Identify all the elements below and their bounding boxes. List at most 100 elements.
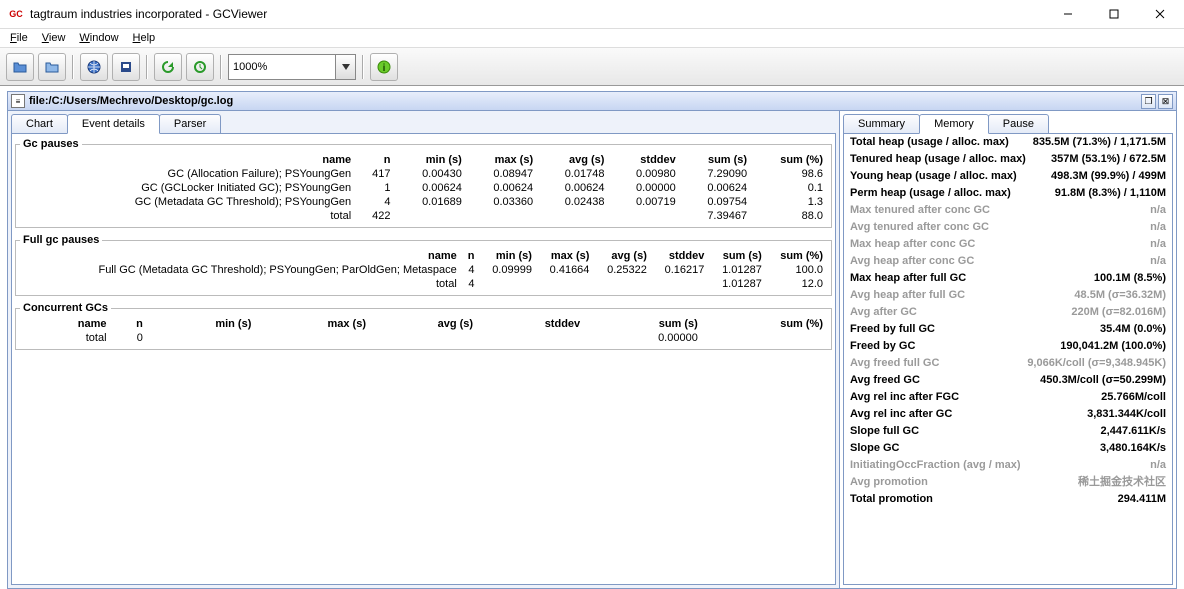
menu-bar: File View Window Help (0, 29, 1184, 48)
memory-value: 25.766M/coll (1101, 390, 1166, 405)
memory-row: Avg freed GC450.3M/coll (σ=50.299M) (844, 372, 1172, 389)
memory-value: 35.4M (0.0%) (1100, 322, 1166, 337)
memory-row: Slope GC3,480.164K/s (844, 440, 1172, 457)
memory-value: n/a (1150, 220, 1166, 235)
memory-row: Slope full GC2,447.611K/s (844, 423, 1172, 440)
tab-pause[interactable]: Pause (988, 114, 1049, 134)
close-button[interactable] (1137, 0, 1182, 28)
svg-text:i: i (383, 63, 386, 74)
menu-view[interactable]: View (36, 30, 72, 46)
title-bar: GC tagtraum industries incorporated - GC… (0, 0, 1184, 29)
memory-label: Tenured heap (usage / alloc. max) (850, 152, 1051, 167)
tab-parser[interactable]: Parser (159, 114, 221, 134)
tab-summary[interactable]: Summary (843, 114, 920, 134)
table-row: GC (Metadata GC Threshold); PSYoungGen40… (20, 195, 827, 209)
left-pane: Chart Event details Parser Gc pauses nam… (8, 111, 840, 588)
table-row-total: total4227.3946788.0 (20, 209, 827, 223)
memory-label: Avg rel inc after FGC (850, 390, 1101, 405)
memory-label: Perm heap (usage / alloc. max) (850, 186, 1055, 201)
memory-row: Avg after GC220M (σ=82.016M) (844, 304, 1172, 321)
memory-row: InitiatingOccFraction (avg / max)n/a (844, 457, 1172, 474)
internal-frame-titlebar[interactable]: ≡ file:/C:/Users/Mechrevo/Desktop/gc.log… (7, 91, 1177, 111)
left-tabs: Chart Event details Parser (8, 111, 839, 134)
internal-frame-title: file:/C:/Users/Mechrevo/Desktop/gc.log (29, 95, 1139, 107)
memory-row: Freed by GC190,041.2M (100.0%) (844, 338, 1172, 355)
table-row-total: total41.0128712.0 (20, 277, 827, 291)
watch-button[interactable] (186, 53, 214, 81)
memory-label: Max heap after conc GC (850, 237, 1150, 252)
memory-label: Slope full GC (850, 424, 1101, 439)
open-file-button[interactable] (6, 53, 34, 81)
memory-label: Avg tenured after conc GC (850, 220, 1150, 235)
memory-label: Max heap after full GC (850, 271, 1094, 286)
concurrent-legend: Concurrent GCs (20, 302, 111, 314)
menu-file[interactable]: File (4, 30, 34, 46)
table-row: Full GC (Metadata GC Threshold); PSYoung… (20, 263, 827, 277)
gc-pauses-table: namenmin (s)max (s)avg (s)stddevsum (s)s… (20, 153, 827, 223)
export-button[interactable] (112, 53, 140, 81)
zoom-dropdown-button[interactable] (336, 54, 356, 80)
gc-pauses-legend: Gc pauses (20, 138, 82, 150)
memory-row: Max heap after full GC100.1M (8.5%) (844, 270, 1172, 287)
about-button[interactable]: i (370, 53, 398, 81)
memory-row: Avg heap after conc GCn/a (844, 253, 1172, 270)
internal-frame: ≡ file:/C:/Users/Mechrevo/Desktop/gc.log… (7, 91, 1177, 589)
zoom-input[interactable] (228, 54, 336, 80)
table-row: GC (Allocation Failure); PSYoungGen4170.… (20, 167, 827, 181)
toolbar-separator (146, 55, 148, 79)
memory-value: 294.411M (1118, 492, 1166, 507)
memory-row: Avg rel inc after GC3,831.344K/coll (844, 406, 1172, 423)
frame-close-button[interactable]: ⊠ (1158, 94, 1173, 109)
memory-value: 3,480.164K/s (1100, 441, 1166, 456)
table-row: GC (GCLocker Initiated GC); PSYoungGen10… (20, 181, 827, 195)
memory-row: Total heap (usage / alloc. max)835.5M (7… (844, 134, 1172, 151)
memory-label: Avg after GC (850, 305, 1071, 320)
tab-chart[interactable]: Chart (11, 114, 68, 134)
toolbar-separator (362, 55, 364, 79)
memory-row: Avg freed full GC9,066K/coll (σ=9,348.94… (844, 355, 1172, 372)
memory-row: Young heap (usage / alloc. max)498.3M (9… (844, 168, 1172, 185)
memory-label: Young heap (usage / alloc. max) (850, 169, 1051, 184)
memory-value: 190,041.2M (100.0%) (1060, 339, 1166, 354)
memory-value: 835.5M (71.3%) / 1,171.5M (1033, 135, 1166, 150)
menu-window[interactable]: Window (73, 30, 124, 46)
right-pane: Summary Memory Pause Total heap (usage /… (840, 111, 1176, 588)
tab-memory[interactable]: Memory (919, 114, 989, 134)
document-icon: ≡ (11, 94, 25, 108)
memory-row: Freed by full GC35.4M (0.0%) (844, 321, 1172, 338)
memory-value: n/a (1150, 254, 1166, 269)
memory-value: n/a (1150, 237, 1166, 252)
memory-value: 稀土掘金技术社区 (1078, 475, 1166, 490)
full-gc-table: namenmin (s)max (s)avg (s)stddevsum (s)s… (20, 249, 827, 291)
memory-value: 91.8M (8.3%) / 1,110M (1055, 186, 1166, 201)
right-tabs: Summary Memory Pause (840, 111, 1176, 134)
open-series-button[interactable] (38, 53, 66, 81)
concurrent-fieldset: Concurrent GCs namenmin (s)max (s)avg (s… (15, 302, 832, 350)
memory-value: 2,447.611K/s (1101, 424, 1166, 439)
refresh-button[interactable] (154, 53, 182, 81)
memory-value: 220M (σ=82.016M) (1071, 305, 1166, 320)
minimize-button[interactable] (1045, 0, 1090, 28)
memory-label: Freed by GC (850, 339, 1060, 354)
memory-panel: Total heap (usage / alloc. max)835.5M (7… (843, 133, 1173, 585)
memory-label: Avg heap after full GC (850, 288, 1074, 303)
menu-help[interactable]: Help (127, 30, 162, 46)
memory-value: 498.3M (99.9%) / 499M (1051, 169, 1166, 184)
open-url-button[interactable] (80, 53, 108, 81)
tab-event-details[interactable]: Event details (67, 114, 160, 134)
memory-label: Avg rel inc after GC (850, 407, 1087, 422)
toolbar-separator (220, 55, 222, 79)
memory-row: Avg promotion稀土掘金技术社区 (844, 474, 1172, 491)
memory-row: Tenured heap (usage / alloc. max)357M (5… (844, 151, 1172, 168)
memory-value: 3,831.344K/coll (1087, 407, 1166, 422)
memory-label: Avg heap after conc GC (850, 254, 1150, 269)
frame-maximize-button[interactable]: ❐ (1141, 94, 1156, 109)
memory-row: Max heap after conc GCn/a (844, 236, 1172, 253)
memory-label: InitiatingOccFraction (avg / max) (850, 458, 1150, 473)
memory-label: Total heap (usage / alloc. max) (850, 135, 1033, 150)
memory-row: Perm heap (usage / alloc. max)91.8M (8.3… (844, 185, 1172, 202)
memory-row: Avg tenured after conc GCn/a (844, 219, 1172, 236)
memory-row: Avg heap after full GC48.5M (σ=36.32M) (844, 287, 1172, 304)
maximize-button[interactable] (1091, 0, 1136, 28)
event-details-content: Gc pauses namenmin (s)max (s)avg (s)stdd… (11, 133, 836, 585)
